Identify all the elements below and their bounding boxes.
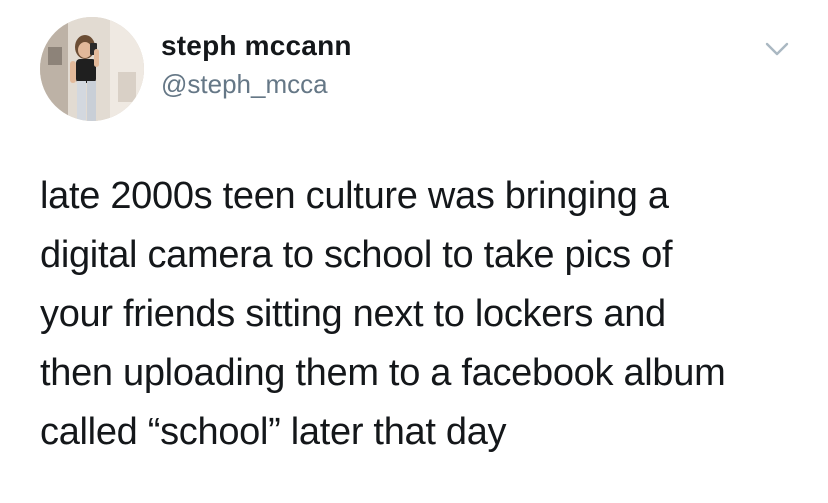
author-display-name[interactable]: steph mccann bbox=[161, 30, 352, 62]
tweet-text: late 2000s teen culture was bringing a d… bbox=[40, 175, 726, 453]
chevron-down-icon[interactable] bbox=[760, 32, 794, 66]
profile-photo-icon bbox=[40, 17, 144, 121]
author-avatar[interactable] bbox=[40, 17, 144, 121]
tweet-card: steph mccann @steph_mcca late 2000s teen… bbox=[0, 0, 828, 503]
author-handle[interactable]: @steph_mcca bbox=[161, 69, 328, 100]
